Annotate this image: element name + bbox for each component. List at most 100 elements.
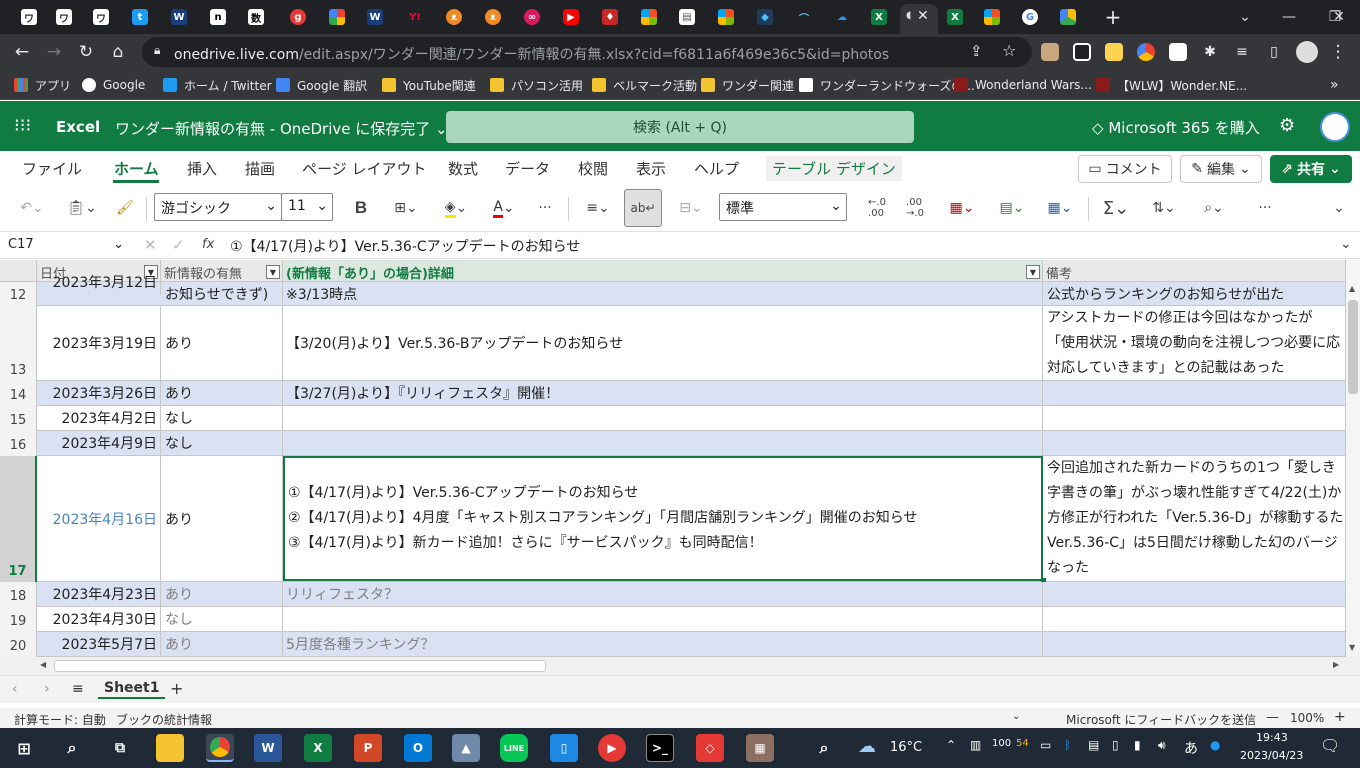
- profile-avatar[interactable]: [1296, 41, 1318, 63]
- add-sheet-button[interactable]: +: [170, 679, 183, 698]
- outlook-icon[interactable]: O: [404, 734, 432, 762]
- cell-date[interactable]: 2023年4月23日: [37, 582, 161, 606]
- tab-drive-icon[interactable]: [1053, 4, 1083, 30]
- media-icon[interactable]: ≡: [1228, 38, 1256, 66]
- archive-icon[interactable]: ▦: [746, 734, 774, 762]
- cell-has-info[interactable]: なし: [161, 406, 283, 430]
- header-detail[interactable]: (新情報「あり」の場合)詳細 ▼: [283, 260, 1043, 282]
- zoom-out-icon[interactable]: —: [1266, 710, 1279, 725]
- tab-kanji-icon[interactable]: 数: [241, 4, 271, 30]
- sidepanel-icon[interactable]: ▯: [1260, 38, 1288, 66]
- word-icon[interactable]: W: [254, 734, 282, 762]
- cancel-icon[interactable]: ✕: [144, 236, 157, 254]
- cell-has-info[interactable]: あり: [161, 632, 283, 656]
- tab-favicon-w3[interactable]: ワ: [86, 4, 116, 30]
- cell-has-info[interactable]: あり: [161, 456, 283, 581]
- tab-youtube-icon[interactable]: ▶: [556, 4, 586, 30]
- chrome-icon[interactable]: [206, 734, 234, 762]
- feedback-link[interactable]: Microsoft にフィードバックを送信: [1066, 711, 1256, 728]
- chevron-up-icon[interactable]: ⌃: [946, 738, 956, 752]
- back-icon[interactable]: ←: [8, 38, 36, 66]
- menu-kebab-icon[interactable]: ⋮: [1324, 38, 1352, 66]
- row-header-12[interactable]: 12: [0, 282, 37, 306]
- tray-monitor-icon[interactable]: ▭: [1040, 738, 1051, 752]
- next-sheet-icon[interactable]: ›: [44, 681, 50, 697]
- cell-has-info[interactable]: あり: [161, 306, 283, 380]
- battery-icon[interactable]: ▮: [1134, 738, 1141, 752]
- tab-data[interactable]: データ: [505, 158, 550, 179]
- cell-has-info[interactable]: なし: [161, 431, 283, 455]
- task-view-icon[interactable]: ⧉: [106, 734, 134, 762]
- cell-note[interactable]: 今回追加された新カードのうちの1つ「愛しき 字書きの筆」がぶっ壊れ性能すぎて4/…: [1043, 456, 1346, 581]
- tab-news2-icon[interactable]: W: [360, 4, 390, 30]
- cell-note[interactable]: アシストカードの修正は今回はなかったが 「使用状況・環境の動向を注視しつつ必要に…: [1043, 306, 1346, 380]
- row-header-17[interactable]: 17: [0, 456, 37, 582]
- fill-color-icon[interactable]: ◈ ⌄: [436, 195, 476, 221]
- row-header-14[interactable]: 14: [0, 381, 37, 406]
- bookmarks-overflow-icon[interactable]: »: [1330, 76, 1339, 94]
- sheet-tab-sheet1[interactable]: Sheet1: [98, 679, 166, 699]
- tab-favicon-w[interactable]: ワ: [14, 4, 44, 30]
- tab-ms-icon[interactable]: [634, 4, 664, 30]
- tab-google-icon[interactable]: G: [1015, 4, 1045, 30]
- terminal-icon[interactable]: >_: [646, 734, 674, 762]
- paste-icon[interactable]: 📋︎⌄: [64, 195, 100, 221]
- number-format-select[interactable]: 標準 ⌄: [719, 193, 847, 221]
- cell-note[interactable]: [1043, 381, 1346, 405]
- volume-icon[interactable]: 🔊︎: [1158, 738, 1166, 753]
- tab-doc-icon[interactable]: ▤: [672, 4, 702, 30]
- share-icon[interactable]: ⇪: [970, 42, 983, 60]
- tab-note-icon[interactable]: n: [203, 4, 233, 30]
- collapse-ribbon-icon[interactable]: ⌄: [1326, 195, 1352, 221]
- format-as-table-icon[interactable]: ▤⌄: [992, 195, 1032, 221]
- search-icon[interactable]: ⌕: [58, 734, 86, 762]
- share-button[interactable]: ⇗ 共有 ⌄: [1270, 155, 1352, 183]
- cell-has-info[interactable]: なし: [161, 607, 283, 631]
- forward-icon[interactable]: →: [40, 38, 68, 66]
- scroll-left-icon[interactable]: ◀: [40, 660, 46, 669]
- font-size-select[interactable]: 11 ⌄: [281, 193, 333, 221]
- tab-wing-icon[interactable]: ⌒: [789, 4, 819, 30]
- cell-detail[interactable]: [283, 607, 1043, 631]
- address-bar[interactable]: 🔒︎ onedrive.live.com/edit.aspx/ワンダー関連/ワン…: [142, 37, 1032, 67]
- prev-sheet-icon[interactable]: ‹: [12, 681, 18, 697]
- cell-styles-icon[interactable]: ▦⌄: [1040, 195, 1080, 221]
- tab-review[interactable]: 校閲: [578, 158, 608, 179]
- cell-date[interactable]: 2023年4月2日: [37, 406, 161, 430]
- cell-detail[interactable]: 5月度各種ランキング？: [283, 632, 1043, 656]
- weather-temp[interactable]: 16°C: [890, 740, 922, 755]
- cell-note[interactable]: [1043, 607, 1346, 631]
- tray-app-icon[interactable]: ▥: [970, 738, 981, 752]
- windows-start-icon[interactable]: ⊞: [10, 734, 38, 762]
- search-box[interactable]: 検索 (Alt + Q): [446, 111, 914, 143]
- decrease-decimal-icon[interactable]: .00 →.0: [900, 195, 930, 221]
- bookmark-folder-pc[interactable]: パソコン活用: [490, 76, 583, 94]
- vertical-scrollbar[interactable]: ▲ ▼: [1346, 260, 1360, 657]
- remote-icon[interactable]: ◇: [696, 734, 724, 762]
- align-icon[interactable]: ≡⌄: [580, 195, 616, 221]
- horizontal-scrollbar[interactable]: ◀ ▶: [0, 657, 1360, 675]
- tab-table-design[interactable]: テーブル デザイン: [766, 156, 902, 181]
- tab-red-icon[interactable]: ♦: [595, 4, 625, 30]
- sort-filter-icon[interactable]: ⇅⌄: [1144, 195, 1184, 221]
- zoom-level[interactable]: 100%: [1290, 711, 1324, 725]
- tab-favicon-w2[interactable]: ワ: [49, 4, 79, 30]
- edit-mode-button[interactable]: ✎ 編集 ⌄: [1180, 155, 1262, 183]
- usb-icon[interactable]: ▯: [1112, 738, 1119, 752]
- tab-news-icon[interactable]: W: [164, 4, 194, 30]
- conditional-format-icon[interactable]: ▦⌄: [942, 195, 982, 221]
- close-tab-icon[interactable]: ✕: [917, 8, 929, 24]
- bookmark-apps[interactable]: アプリ: [14, 76, 71, 94]
- scroll-right-icon[interactable]: ▶: [1333, 660, 1339, 669]
- autosum-icon[interactable]: Σ⌄: [1096, 195, 1136, 221]
- bookmark-wlw-1[interactable]: ワンダーランドウォーズの...: [799, 76, 975, 94]
- tab-g-icon[interactable]: g: [283, 4, 313, 30]
- row-header-15[interactable]: 15: [0, 406, 37, 431]
- photos-icon[interactable]: ▲: [452, 734, 480, 762]
- extension-icon-5[interactable]: [1169, 43, 1187, 61]
- account-avatar[interactable]: [1320, 112, 1350, 142]
- bookmark-folder-wonder[interactable]: ワンダー関連: [701, 76, 794, 94]
- cell-has-info[interactable]: あり: [161, 582, 283, 606]
- expand-formula-icon[interactable]: ⌄: [1340, 236, 1352, 252]
- active-tab[interactable]: ◖ ✕: [900, 4, 938, 34]
